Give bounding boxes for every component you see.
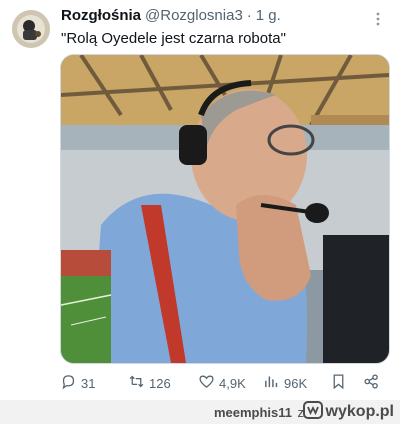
tweet-card[interactable]: Rozgłośnia @Rozglosnia3 · 1 g. "Rolą Oye… [0,0,400,400]
like-count: 4,9K [219,375,246,391]
tweet-video[interactable] [60,54,390,364]
timestamp[interactable]: 1 g. [256,7,281,24]
reply-icon [60,373,77,393]
wykop-logo: wykop.pl [302,400,394,424]
avatar[interactable] [12,10,50,48]
tweet-text: "Rolą Oyedele jest czarna robota" [61,30,286,47]
wykop-logo-icon [302,400,323,424]
reply-button[interactable]: 31 [60,372,95,394]
tweet-header: Rozgłośnia @Rozglosnia3 · 1 g. [61,7,370,27]
like-icon [198,373,215,393]
bookmark-icon [330,373,347,393]
views-button[interactable]: 96K [263,372,307,394]
author-name[interactable]: Rozgłośnia [61,7,141,24]
like-button[interactable]: 4,9K [198,372,246,394]
retweet-button[interactable]: 126 [128,372,171,394]
more-icon[interactable] [370,11,386,27]
author-handle[interactable]: @Rozglosnia3 [145,7,243,24]
retweet-count: 126 [149,375,171,391]
bookmark-button[interactable] [330,372,347,394]
views-count: 96K [284,375,308,391]
views-icon [263,373,280,393]
watermark-bar: meemphis11 z wykop.pl [0,400,400,424]
tweet-actions: 31 126 4,9K 96K [60,372,390,394]
watermark-site: wykop.pl [325,403,394,420]
retweet-icon [128,373,145,393]
share-icon [363,373,380,393]
separator-dot: · [246,7,252,24]
watermark-user: meemphis11 [213,405,292,420]
share-button[interactable] [363,372,380,394]
reply-count: 31 [81,375,96,391]
